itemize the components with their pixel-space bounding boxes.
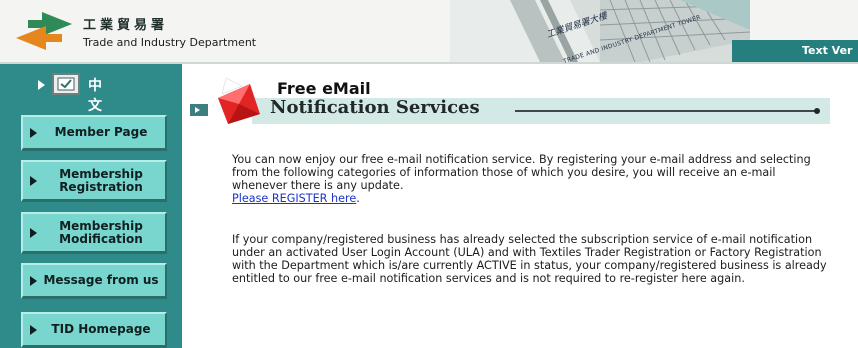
text-version-link[interactable]: Text Ver bbox=[802, 44, 852, 57]
language-icon[interactable] bbox=[52, 73, 80, 95]
arrow-right-icon bbox=[30, 175, 37, 186]
sidebar-item-message-from-us[interactable]: Message from us bbox=[21, 263, 167, 299]
arrow-right-icon bbox=[30, 324, 37, 335]
sidebar-item-label: Membership Registration bbox=[59, 166, 143, 194]
org-name-chinese: 工業貿易署 bbox=[83, 18, 169, 33]
existing-subscriber-paragraph: If your company/registered business has … bbox=[232, 233, 827, 285]
arrow-right-icon bbox=[195, 107, 200, 113]
sidebar-item-membership-registration[interactable]: Membership Registration bbox=[21, 160, 167, 202]
arrow-right-icon bbox=[30, 227, 37, 238]
sidebar-item-label: Member Page bbox=[54, 125, 148, 139]
language-label[interactable]: 中文 bbox=[88, 75, 102, 115]
register-link[interactable]: Please REGISTER here bbox=[232, 192, 356, 205]
arrow-right-icon bbox=[38, 80, 45, 90]
sidebar-item-tid-homepage[interactable]: TID Homepage bbox=[21, 312, 167, 348]
page-title: Notification Services bbox=[270, 97, 480, 118]
arrow-right-icon bbox=[30, 275, 37, 286]
page-title-block: Free eMail Notification Services bbox=[190, 76, 840, 130]
sidebar-item-label: Message from us bbox=[43, 273, 159, 287]
page-title-line1: Free eMail bbox=[277, 79, 371, 98]
arrow-right-icon bbox=[30, 127, 37, 138]
header: 工業貿易署 Trade and Industry Department 工業貿易… bbox=[0, 0, 858, 65]
sidebar-item-membership-modification[interactable]: Membership Modification bbox=[21, 212, 167, 254]
title-underline bbox=[515, 110, 815, 112]
sidebar-item-label: TID Homepage bbox=[51, 322, 151, 336]
sidebar-item-member-page[interactable]: Member Page bbox=[21, 115, 167, 151]
title-line-dot bbox=[814, 108, 820, 114]
org-name-english: Trade and Industry Department bbox=[83, 36, 257, 49]
envelope-icon bbox=[212, 76, 268, 126]
sidebar-item-label: Membership Modification bbox=[59, 218, 143, 246]
intro-paragraph: You can now enjoy our free e-mail notifi… bbox=[232, 153, 811, 205]
intro-text: You can now enjoy our free e-mail notifi… bbox=[232, 153, 811, 192]
